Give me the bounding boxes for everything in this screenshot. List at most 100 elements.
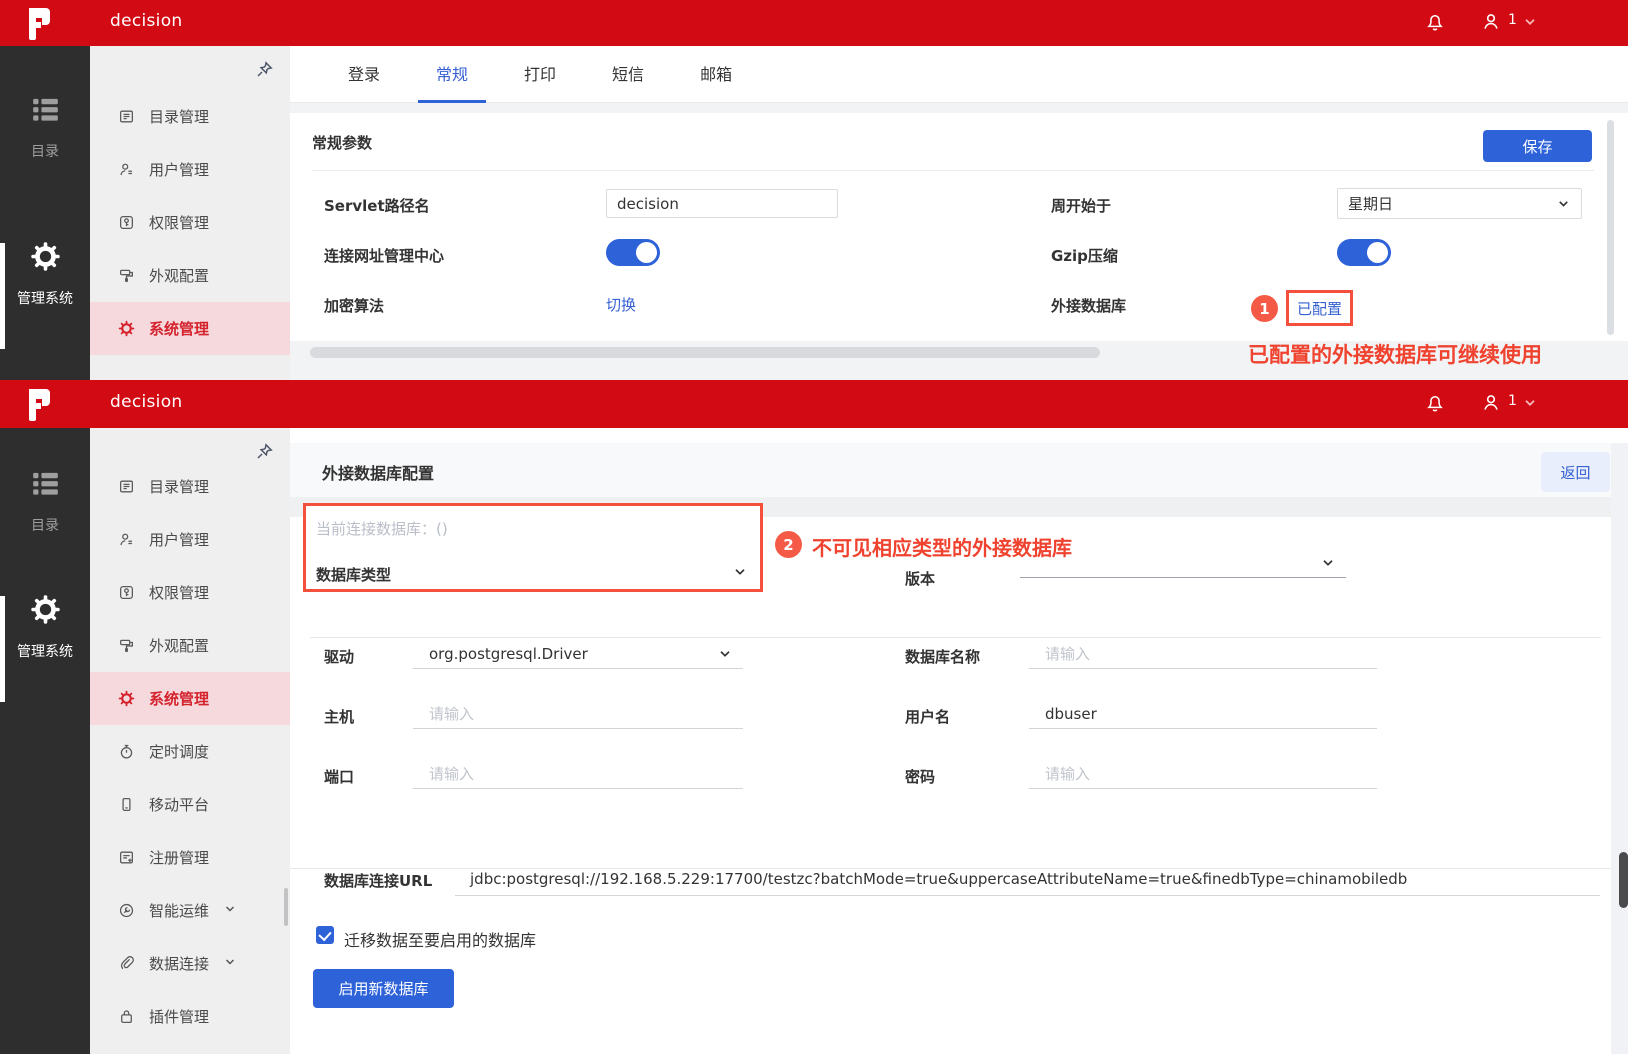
- chevron-down-icon[interactable]: [732, 564, 748, 584]
- sidebar-item-catalog[interactable]: 目录管理: [90, 460, 290, 513]
- password-input[interactable]: [1029, 759, 1377, 789]
- sidebar-item-key[interactable]: 权限管理: [90, 566, 290, 619]
- annotation-badge-1: 1: [1251, 295, 1278, 322]
- sidebar-item-key[interactable]: 权限管理: [90, 196, 290, 249]
- db-type-select[interactable]: 数据库类型: [316, 564, 391, 585]
- tab[interactable]: 登录: [340, 46, 388, 103]
- tab[interactable]: 短信: [604, 46, 652, 103]
- sidebar-item-paint[interactable]: 外观配置: [90, 249, 290, 302]
- gzip-toggle[interactable]: [1337, 239, 1391, 266]
- catalog-group-icon: [32, 98, 58, 121]
- host-input[interactable]: [413, 699, 743, 729]
- general-settings-card: [290, 113, 1628, 341]
- chevron-down-icon: [1556, 196, 1571, 211]
- tab[interactable]: 邮箱: [692, 46, 740, 103]
- right-gutter: [1611, 443, 1628, 1054]
- sidebar-scrollbar[interactable]: [284, 888, 288, 926]
- rail-item-catalog[interactable]: 目录: [0, 96, 90, 161]
- annotation-badge-2: 2: [775, 531, 802, 558]
- username-label: 用户名: [905, 708, 951, 726]
- week-start-label: 周开始于: [1051, 197, 1112, 215]
- screenshot-bottom: decision 1 目录 管理系统 目录管理 用户管理 权限管理 外观配置 系…: [0, 380, 1628, 1054]
- back-button[interactable]: 返回: [1541, 452, 1610, 492]
- app-logo-icon[interactable]: [17, 384, 63, 426]
- dbname-input[interactable]: [1029, 639, 1377, 669]
- sidebar-item-gear[interactable]: 系统管理: [90, 672, 290, 725]
- url-center-toggle[interactable]: [606, 239, 660, 266]
- app-title: decision: [110, 392, 183, 412]
- sidebar-item-plugin[interactable]: 插件管理: [90, 990, 290, 1043]
- db-url-label: 数据库连接URL: [324, 872, 433, 890]
- week-start-select[interactable]: 星期日: [1337, 188, 1582, 219]
- gear-icon: [118, 690, 135, 707]
- page-header: 外接数据库配置: [290, 443, 1611, 497]
- notification-bell-icon[interactable]: [1424, 392, 1446, 418]
- annotation-highlight-box: 当前连接数据库：() 数据库类型: [303, 503, 763, 592]
- enable-db-button[interactable]: 启用新数据库: [313, 969, 454, 1008]
- plugin-icon: [118, 1008, 135, 1025]
- chevron-down-icon: [717, 646, 733, 662]
- gear-icon: [30, 242, 60, 271]
- section-title: 常规参数: [312, 134, 373, 152]
- page-title: 外接数据库配置: [322, 464, 435, 483]
- sidebar-item-catalog[interactable]: 目录管理: [90, 90, 290, 143]
- migrate-checkbox[interactable]: [316, 926, 334, 944]
- sidebar-item-user[interactable]: 用户管理: [90, 513, 290, 566]
- current-db-text: 当前连接数据库：(): [316, 520, 448, 538]
- dbname-label: 数据库名称: [905, 648, 981, 666]
- servlet-path-input[interactable]: [606, 189, 838, 218]
- horizontal-scrollbar[interactable]: [310, 347, 1100, 358]
- tabs: 登录 常规 打印 短信 邮箱: [320, 46, 760, 103]
- rail-item-catalog[interactable]: 目录: [0, 470, 90, 535]
- port-label: 端口: [324, 768, 355, 786]
- sidebar-item-paint[interactable]: 外观配置: [90, 619, 290, 672]
- app-logo-icon[interactable]: [17, 3, 63, 45]
- username-input[interactable]: [1029, 699, 1377, 729]
- window-scrollbar[interactable]: [1619, 852, 1628, 908]
- sidebar-item-mobile[interactable]: 移动平台: [90, 778, 290, 831]
- timer-icon: [118, 743, 135, 760]
- chevron-down-icon[interactable]: [1522, 395, 1538, 415]
- chevron-down-icon[interactable]: [1522, 14, 1538, 34]
- user-avatar-icon[interactable]: [1480, 392, 1502, 418]
- servlet-path-label: Servlet路径名: [324, 197, 430, 215]
- app-header: decision 1: [0, 380, 1628, 428]
- version-select[interactable]: [1020, 548, 1346, 578]
- switch-link[interactable]: 切换: [606, 294, 636, 315]
- pin-icon[interactable]: [254, 60, 274, 80]
- extdb-configured-link[interactable]: 已配置: [1297, 298, 1342, 319]
- user-badge: 1: [1508, 12, 1517, 28]
- save-button[interactable]: 保存: [1483, 130, 1592, 162]
- vertical-scrollbar[interactable]: [1607, 120, 1614, 335]
- sidebar-item-timer[interactable]: 定时调度: [90, 725, 290, 778]
- catalog-group-icon: [32, 472, 58, 495]
- driver-select[interactable]: org.postgresql.Driver: [413, 639, 743, 669]
- sidebar-item-link[interactable]: 数据连接: [90, 937, 290, 990]
- db-url-value[interactable]: jdbc:postgresql://192.168.5.229:17700/te…: [470, 870, 1407, 888]
- rail-item-admin-system[interactable]: 管理系统: [0, 594, 90, 661]
- password-label: 密码: [905, 768, 936, 786]
- tab[interactable]: 常规: [418, 46, 487, 103]
- user-icon: [118, 161, 135, 178]
- key-icon: [118, 584, 135, 601]
- user-badge: 1: [1508, 393, 1517, 409]
- ops-icon: [118, 902, 135, 919]
- version-label: 版本: [905, 570, 936, 588]
- user-icon: [118, 531, 135, 548]
- sidebar-menu: 目录管理 用户管理 权限管理 外观配置 系统管理: [90, 46, 290, 380]
- tab[interactable]: 打印: [516, 46, 564, 103]
- sidebar-item-register[interactable]: 注册管理: [90, 831, 290, 884]
- sidebar-menu: 目录管理 用户管理 权限管理 外观配置 系统管理: [90, 428, 290, 1054]
- rail-item-admin-system[interactable]: 管理系统: [0, 241, 90, 308]
- driver-label: 驱动: [324, 648, 355, 666]
- sidebar-item-gear[interactable]: 系统管理: [90, 302, 290, 355]
- user-avatar-icon[interactable]: [1480, 11, 1502, 37]
- notification-bell-icon[interactable]: [1424, 11, 1446, 37]
- sidebar-item-ops[interactable]: 智能运维: [90, 884, 290, 937]
- sidebar-item-user[interactable]: 用户管理: [90, 143, 290, 196]
- pin-icon[interactable]: [254, 442, 274, 462]
- annotation-note-1: 已配置的外接数据库可继续使用: [1248, 343, 1542, 367]
- divider: [290, 868, 1611, 869]
- divider: [310, 637, 1601, 638]
- port-input[interactable]: [413, 759, 743, 789]
